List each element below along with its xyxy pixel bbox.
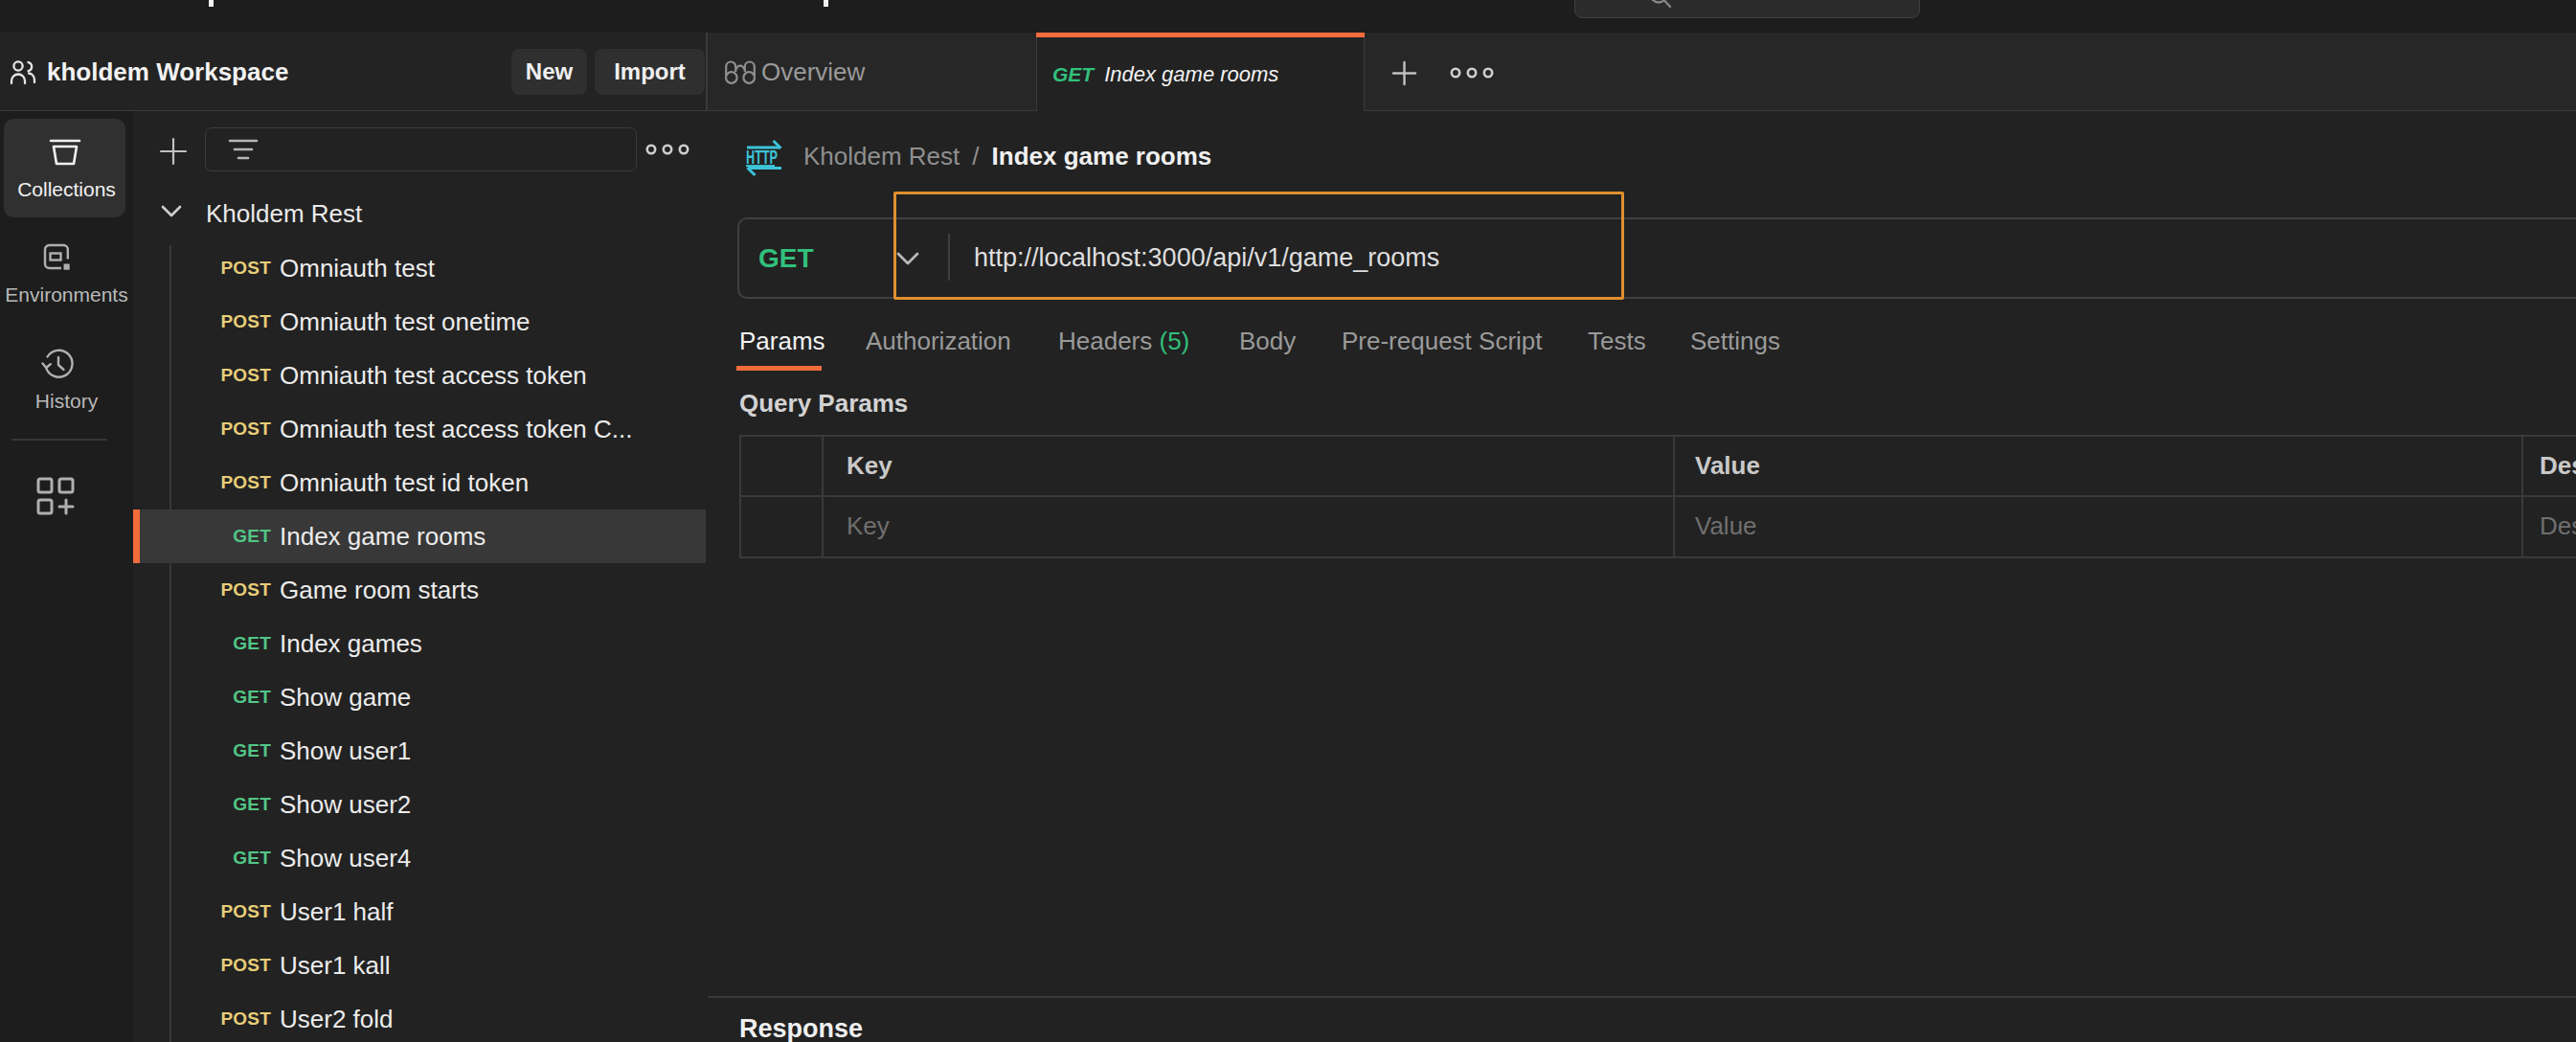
svg-text:HTTP: HTTP (746, 147, 778, 168)
